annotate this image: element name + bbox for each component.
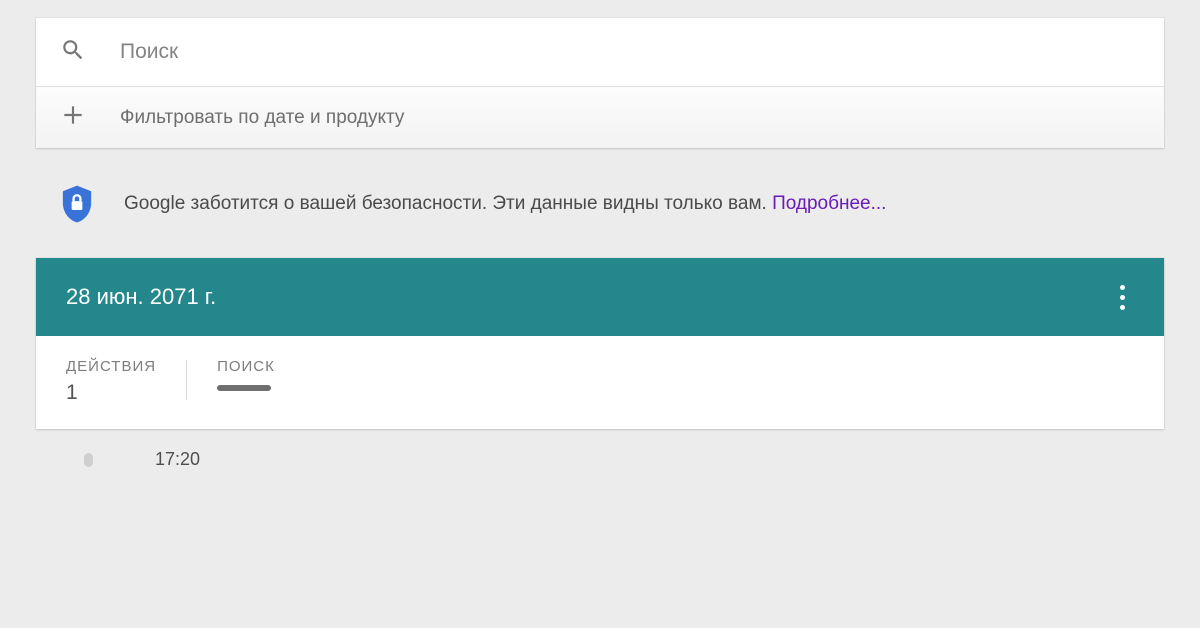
privacy-message: Google заботится о вашей безопасности. Э…	[124, 193, 772, 214]
search-card: Фильтровать по дате и продукту	[36, 18, 1164, 148]
shield-icon	[60, 184, 94, 224]
activity-card: 28 июн. 2071 г. ДЕЙСТВИЯ 1 ПОИСК	[36, 258, 1164, 429]
stat-search-label: ПОИСК	[217, 358, 275, 375]
search-row[interactable]	[36, 18, 1164, 86]
privacy-banner: Google заботится о вашей безопасности. Э…	[36, 184, 1164, 224]
more-vert-icon[interactable]	[1110, 277, 1134, 317]
filter-row[interactable]: Фильтровать по дате и продукту	[36, 86, 1164, 148]
privacy-text: Google заботится о вашей безопасности. Э…	[124, 191, 886, 218]
page-container: Фильтровать по дате и продукту Google за…	[0, 0, 1200, 470]
filter-label: Фильтровать по дате и продукту	[120, 107, 404, 129]
timeline-time: 17:20	[155, 449, 200, 470]
stat-actions: ДЕЙСТВИЯ 1	[66, 358, 156, 405]
stat-actions-label: ДЕЙСТВИЯ	[66, 358, 156, 375]
search-input[interactable]	[120, 40, 1140, 64]
plus-icon	[60, 102, 86, 133]
stat-search-bar	[217, 385, 271, 391]
privacy-link[interactable]: Подробнее...	[772, 193, 886, 214]
activity-date: 28 июн. 2071 г.	[66, 284, 216, 310]
stat-search: ПОИСК	[217, 358, 275, 391]
timeline-marker	[84, 453, 93, 467]
search-icon	[60, 37, 86, 68]
stat-actions-value: 1	[66, 381, 156, 405]
activity-header: 28 июн. 2071 г.	[36, 258, 1164, 336]
timeline-row: 17:20	[36, 449, 1164, 470]
stat-divider	[186, 360, 187, 400]
activity-stats: ДЕЙСТВИЯ 1 ПОИСК	[36, 336, 1164, 429]
